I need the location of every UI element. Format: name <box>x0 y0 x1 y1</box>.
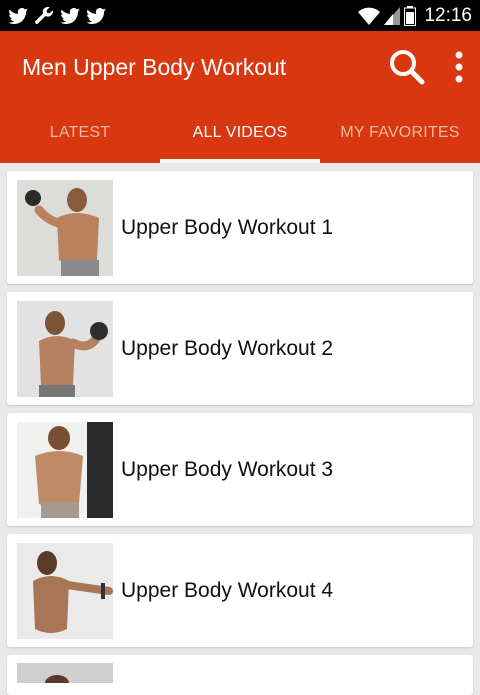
app-title: Men Upper Body Workout <box>22 53 287 80</box>
video-title: Upper Body Workout 3 <box>121 457 334 481</box>
wifi-icon <box>358 7 381 25</box>
video-title: Upper Body Workout 2 <box>121 336 334 360</box>
video-thumbnail <box>17 542 113 639</box>
tab-my-favorites[interactable]: MY FAVORITES <box>320 103 480 163</box>
tab-bar: LATEST ALL VIDEOS MY FAVORITES <box>0 103 480 163</box>
tab-all-videos[interactable]: ALL VIDEOS <box>160 103 320 163</box>
video-card[interactable]: Upper Body Workout 1 <box>7 171 473 284</box>
video-card-partial[interactable] <box>7 655 473 695</box>
video-thumbnail <box>17 179 113 276</box>
video-thumbnail <box>17 663 113 683</box>
tab-latest[interactable]: LATEST <box>0 103 160 163</box>
wrench-icon <box>35 6 53 24</box>
status-bar: 12:16 <box>0 0 480 31</box>
system-icons: 12:16 <box>358 5 472 27</box>
video-list: Upper Body Workout 1 Upper Body Workout … <box>0 163 480 695</box>
video-title: Upper Body Workout 1 <box>121 215 334 239</box>
twitter-icon <box>60 7 80 24</box>
video-card[interactable]: Upper Body Workout 3 <box>7 413 473 526</box>
notification-icons <box>8 6 106 26</box>
video-card[interactable]: Upper Body Workout 4 <box>7 534 473 647</box>
video-thumbnail <box>17 300 113 397</box>
twitter-icon <box>86 7 106 24</box>
app-bar: Men Upper Body Workout <box>0 31 480 103</box>
video-card[interactable]: Upper Body Workout 2 <box>7 292 473 405</box>
overflow-menu-icon[interactable] <box>454 51 464 83</box>
search-icon[interactable] <box>388 48 426 86</box>
signal-icon <box>384 6 401 25</box>
video-thumbnail <box>17 421 113 518</box>
video-title: Upper Body Workout 4 <box>121 578 334 602</box>
battery-icon <box>404 5 417 26</box>
twitter-icon <box>8 7 28 24</box>
clock: 12:16 <box>424 4 472 26</box>
